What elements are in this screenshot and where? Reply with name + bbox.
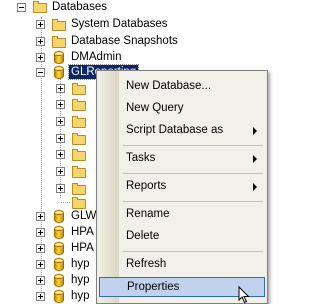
expand-toggle[interactable]: [36, 244, 45, 253]
expand-toggle[interactable]: [36, 292, 45, 301]
menu-item-label: Script Database as: [126, 124, 224, 136]
collapse-toggle[interactable]: [36, 68, 45, 77]
tree-node-database[interactable]: GLW: [0, 208, 96, 224]
menu-item-reports[interactable]: Reports: [121, 177, 265, 197]
menu-item-label: Refresh: [126, 258, 167, 270]
tree-child-folder[interactable]: [0, 113, 96, 129]
tree-node-label: hyp: [71, 258, 90, 270]
menu-item-label: Reports: [126, 180, 167, 192]
tree-node-label: System Databases: [71, 18, 168, 30]
menu-item-label: Properties: [127, 281, 180, 293]
database-icon: [54, 258, 64, 271]
folder-icon: [33, 1, 47, 13]
folder-icon: [72, 116, 86, 128]
database-icon: [54, 274, 64, 287]
database-icon: [54, 242, 64, 255]
database-icon: [54, 290, 64, 303]
database-icon: [54, 51, 64, 64]
menu-item-rename[interactable]: Rename: [121, 205, 265, 225]
tree-node-database[interactable]: HPA: [0, 240, 96, 256]
tree-node-label: hyp: [71, 274, 90, 286]
folder-icon: [72, 99, 86, 111]
tree-child-folder[interactable]: [0, 80, 96, 96]
menu-item-label: Rename: [126, 208, 170, 220]
menu-item-label: Tasks: [126, 152, 156, 164]
expand-toggle[interactable]: [56, 167, 65, 176]
menu-item-new-query[interactable]: New Query: [121, 99, 265, 119]
menu-item-refresh[interactable]: Refresh: [121, 255, 265, 275]
expand-toggle[interactable]: [56, 184, 65, 193]
tree-child-folder[interactable]: [0, 130, 96, 146]
tree-node-label: Database Snapshots: [71, 35, 178, 47]
database-icon: [54, 210, 64, 223]
tree-node-database[interactable]: hyp: [0, 272, 96, 288]
menu-item-script-database-as[interactable]: Script Database as: [121, 121, 265, 141]
folder-icon: [72, 83, 86, 95]
menu-item-label: Delete: [126, 230, 160, 242]
expand-toggle[interactable]: [36, 228, 45, 237]
tree-node-database[interactable]: hyp: [0, 288, 96, 304]
expand-toggle[interactable]: [36, 37, 45, 46]
expand-toggle[interactable]: [56, 84, 65, 93]
menu-item-new-database[interactable]: New Database...: [121, 77, 265, 97]
menu-separator: [123, 145, 263, 146]
tree-child-folder[interactable]: [0, 163, 96, 179]
mouse-cursor-icon: [238, 286, 250, 304]
tree-node-label: DMAdmin: [71, 51, 122, 63]
tree-node-label: hyp: [71, 290, 90, 302]
expand-toggle[interactable]: [36, 20, 45, 29]
expand-toggle[interactable]: [36, 212, 45, 221]
expand-toggle[interactable]: [36, 53, 45, 62]
expand-toggle[interactable]: [56, 150, 65, 159]
folder-icon: [72, 133, 86, 145]
expand-toggle[interactable]: [56, 134, 65, 143]
tree-child-folder[interactable]: [0, 96, 96, 112]
database-icon: [54, 226, 64, 239]
submenu-arrow-icon: [253, 127, 257, 135]
tree-node-label: Databases: [52, 1, 107, 13]
folder-icon: [72, 149, 86, 161]
tree-connector: [61, 202, 70, 203]
collapse-toggle[interactable]: [17, 3, 26, 12]
tree-node-label: GLW: [71, 210, 97, 222]
folder-icon: [72, 166, 86, 178]
menu-separator: [123, 173, 263, 174]
tree-node-label: HPA: [71, 242, 94, 254]
expand-toggle[interactable]: [56, 100, 65, 109]
expand-toggle[interactable]: [56, 117, 65, 126]
menu-item-label: New Database...: [126, 80, 212, 92]
tree-child-folder[interactable]: [0, 146, 96, 162]
tree-node-dmadmin[interactable]: DMAdmin: [0, 49, 200, 65]
folder-icon: [52, 36, 66, 48]
menu-icon-gutter: [97, 71, 119, 303]
tree-node-label: HPA: [71, 226, 94, 238]
submenu-arrow-icon: [253, 155, 257, 163]
tree-node-database[interactable]: HPA: [0, 224, 96, 240]
tree-node-database[interactable]: hyp: [0, 256, 96, 272]
menu-item-delete[interactable]: Delete: [121, 227, 265, 247]
tree-node-system-databases[interactable]: System Databases: [0, 16, 200, 32]
menu-item-label: New Query: [126, 102, 184, 114]
menu-item-tasks[interactable]: Tasks: [121, 149, 265, 169]
folder-icon: [52, 19, 66, 31]
menu-separator: [123, 251, 263, 252]
submenu-arrow-icon: [253, 183, 257, 191]
menu-separator: [123, 201, 263, 202]
expand-toggle[interactable]: [36, 260, 45, 269]
database-icon: [54, 66, 64, 79]
tree-node-database-snapshots[interactable]: Database Snapshots: [0, 33, 200, 49]
expand-toggle[interactable]: [36, 276, 45, 285]
context-menu: New Database... New Query Script Databas…: [96, 70, 268, 304]
tree-node-databases[interactable]: Databases: [0, 0, 200, 16]
